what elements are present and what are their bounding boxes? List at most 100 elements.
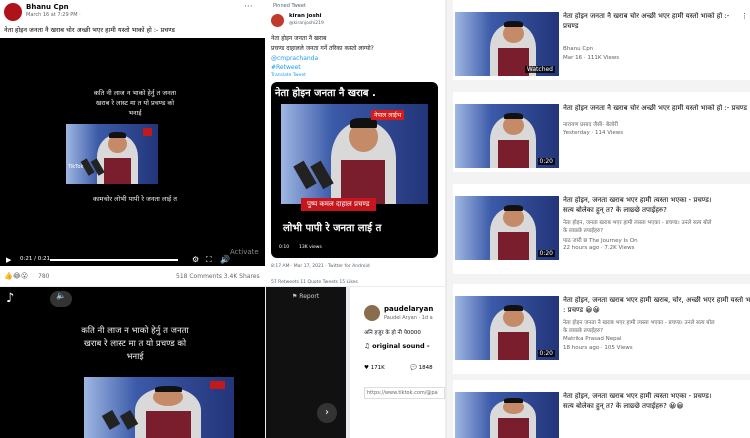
video-text: कति नी लाज न भाको हेर्नु त जनता खराब रे … [60,88,210,118]
video-title[interactable]: नेता होइन जनता नै खराब चोर अच्छी भएर हाम… [563,12,750,21]
video-description-cont: के लाछ्छे तपाईहरु? [563,228,604,234]
user-handle[interactable]: @kiranjoshi219 [289,21,324,26]
video-time: 0:21 / 0:21 [20,256,51,262]
sound-label: original sound - [372,342,430,350]
video-bottom-text: लोभी पापी रे जनता लाई त [283,223,382,234]
tiktok-logo-icon: ♪ [6,291,15,306]
settings-icon[interactable]: ⚙ [192,255,199,264]
channel-name[interactable]: पाठ जारी छ The Journey Is On [563,236,638,244]
list-item[interactable]: नेता होइन, जनता खराब भएर हामी त्यस्ता भए… [453,380,750,438]
user-handle[interactable]: Paudel Aryan · 1d a [384,315,433,321]
video-duration: Watched [524,66,555,73]
video-title[interactable]: नेता होइन जनता नै खराब चोर अच्छी भएर हाम… [563,104,750,113]
video-frame [281,104,428,204]
video-frame [84,377,234,438]
like-count: 171K [370,365,385,371]
video-player[interactable]: कति नी लाज न भाको हेर्नु त जनता खराब रे … [0,38,265,266]
video-title-text: नेता होइन जनता नै खराब . [275,88,376,99]
activate-watermark: Activate [230,248,259,256]
reaction-icons[interactable]: 👍😂😮 [4,272,28,280]
avatar[interactable] [271,14,284,27]
video-title-cont[interactable]: सत्य बोलेका हुन् त? के लाछ्छे तपाईहरु? 😀… [563,402,684,411]
video-text-line: खराब रे लास्ट मा त यो प्रचण्ड को [95,99,175,108]
video-meta: 22 hours ago · 7.2K Views [563,245,635,251]
fullscreen-icon[interactable]: ⛶ [206,255,212,265]
channel-badge: नेपाल लाईभ [371,110,405,120]
post-stats[interactable]: 518 Comments 3.4K Shares [176,273,260,280]
views-count: 13K views [297,244,324,251]
more-options-icon[interactable]: ··· [244,2,253,12]
video-title[interactable]: नेता होइन, जनता खराब भएर हामी खराब, चोर,… [563,296,750,305]
more-options-icon[interactable]: ⋮ [741,12,748,20]
facebook-post: Bhanu Cpn March 16 at 7:29 PM · ··· नेता… [0,0,265,286]
post-caption: अनि हजुर के हो नी ये0000 [364,330,421,336]
post-author[interactable]: Bhanu Cpn [26,3,69,11]
mention-link[interactable]: @cmprachanda [271,55,318,62]
tweet-text-line2: प्रचण्ड दाहालले जनता गर्ने तरिका कस्तो ल… [271,45,374,52]
progress-bar[interactable] [50,259,178,261]
pinned-label: Pinned Tweet [273,3,306,9]
comment-count: 1848 [418,365,433,371]
youtube-results: Watched नेता होइन जनता नै खराब चोर अच्छी… [447,0,750,438]
list-item[interactable]: 0:20 नेता होइन, जनता खराब भएर हामी त्यस्… [453,184,750,274]
sound-link[interactable]: ♫ original sound - [364,342,430,350]
video-title[interactable]: नेता होइन, जनता खराब भएर हामी त्यस्ता भए… [563,392,750,401]
video-description: नेता होइन, जनता खराब भएर हामी त्यस्ता भए… [563,220,712,226]
report-button[interactable]: ⚑ Report [292,293,319,300]
tweet-text-line1: नेता होइन जनता नै खराब [271,35,327,42]
video-thumbnail[interactable] [455,392,559,438]
tweet-video[interactable]: नेता होइन जनता नै खराब . नेपाल लाईभ पुष्… [271,82,438,258]
video-bottom-text: कामचोर लोभी पापी रे जनता लाई त [93,195,177,203]
hashtag-link[interactable]: #Retweet [271,64,301,71]
video-title[interactable]: नेता होइन, जनता खराब भएर हामी त्यस्ता भए… [563,196,750,205]
tweet-footer: 8:17 AM · Mar 17, 2021 · Twitter for And… [271,264,370,269]
video-text-line: कति नी लाज न भाको हेर्नु त जनता [81,326,189,336]
volume-icon[interactable]: 🔊 [220,255,230,264]
video-thumbnail[interactable]: 0:20 [455,196,559,260]
video-text-line: खराब रे लास्ट मा त यो प्रचण्ड को [83,339,187,350]
video-title-cont[interactable]: प्रचण्ड [563,22,579,31]
report-label: Report [299,293,320,300]
video-thumbnail[interactable]: 0:20 [455,296,559,360]
list-item[interactable]: 0:20 नेता होइन, जनता खराब भएर हामी खराब,… [453,284,750,374]
video-text-line: भनाई [128,109,142,118]
next-icon[interactable]: › [317,403,337,423]
tiktok-player[interactable]: ♪ 🔈 कति नी लाज न भाको हेर्नु त जनता खराब… [0,287,265,438]
volume-icon[interactable]: 🔈 [50,291,72,307]
tweet-stats[interactable]: 57 Retweets 11 Quote Tweets 15 Likes [271,280,358,285]
user-name[interactable]: kiran joshi [289,13,322,19]
channel-name[interactable]: नारायण प्रसाद जैसी- बेलोरी [563,120,618,128]
post-caption: नेता होइन जनता नै खराब चोर अच्छी भएर हाम… [4,26,175,34]
video-title-cont[interactable]: सत्य बोलेका हुन् त? के लाछ्छे तपाईहरु? [563,206,667,215]
tiktok-sidebar: ⚑ Report › [266,287,346,438]
channel-name[interactable]: Matrika Prasad Nepal [563,336,621,342]
twitter-post: Pinned Tweet kiran joshi @kiranjoshi219 … [265,0,445,286]
video-duration: 0:20 [537,158,555,165]
avatar[interactable] [4,3,22,21]
video-title-cont[interactable]: : प्रचण्ड 😀😀 [563,306,600,315]
comment-button[interactable]: 💬 1848 [410,365,433,371]
reactions-bar: 👍😂😮 780 518 Comments 3.4K Shares [0,266,265,286]
video-meta: Yesterday · 114 Views [563,130,624,136]
video-thumbnail[interactable]: 0:20 [455,104,559,168]
tiktok-post-info: paudelaryan Paudel Aryan · 1d a अनि हजुर… [350,287,445,438]
play-icon[interactable]: ▶ [6,256,11,264]
list-item[interactable]: 0:20 नेता होइन जनता नै खराब चोर अच्छी भए… [453,92,750,172]
video-description: नेता होइन जनता नै खराब भएर हामी त्यस्ता … [563,320,715,326]
video-thumbnail[interactable]: Watched [455,12,559,76]
channel-name[interactable]: Bhanu Cpn [563,46,593,52]
video-description-cont: के लाछ्छे तपाईहरु? [563,328,604,334]
video-frame [66,124,158,184]
post-date[interactable]: March 16 at 7:29 PM · [26,12,81,18]
avatar[interactable] [364,305,380,321]
list-item[interactable]: Watched नेता होइन जनता नै खराब चोर अच्छी… [453,0,750,80]
user-name[interactable]: paudelaryan [384,305,433,313]
reaction-count[interactable]: 780 [38,273,49,280]
translate-link[interactable]: Translate Tweet [271,73,306,78]
like-button[interactable]: ♥ 171K [364,365,385,371]
video-text: कति नी लाज न भाको हेर्नु त जनता खराब रे … [40,325,230,365]
copy-link-field[interactable]: https://www.tiktok.com/@pa [364,387,445,399]
video-meta: 18 hours ago · 105 Views [563,345,633,351]
video-duration: 0:20 [537,250,555,257]
video-meta: Mar 16 · 111K Views [563,55,620,61]
